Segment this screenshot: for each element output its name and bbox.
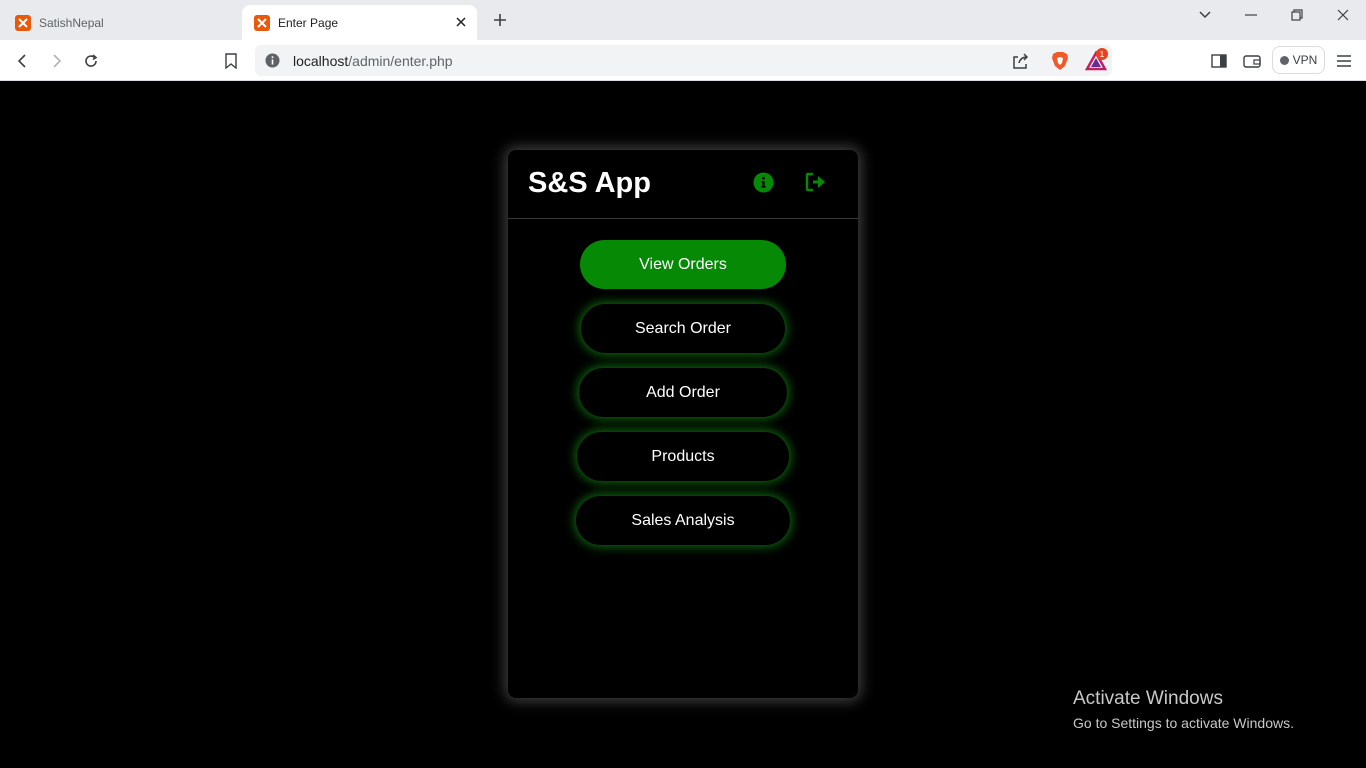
site-info-icon[interactable] [265, 53, 280, 68]
vpn-button[interactable]: VPN [1272, 46, 1325, 74]
bookmark-icon[interactable] [218, 48, 244, 74]
tab-satishnepal[interactable]: SatishNepal [3, 5, 239, 40]
vpn-label: VPN [1292, 53, 1318, 67]
share-icon[interactable] [1010, 51, 1030, 71]
products-button[interactable]: Products [577, 432, 789, 481]
tab-search-chevron-icon[interactable] [1182, 0, 1228, 30]
view-orders-button[interactable]: View Orders [580, 240, 786, 289]
url-path: /admin/enter.php [348, 53, 453, 69]
url-text[interactable]: localhost/admin/enter.php [293, 53, 453, 69]
menu-icon[interactable] [1331, 48, 1357, 74]
close-icon[interactable] [453, 14, 469, 30]
sidebar-toggle-icon[interactable] [1206, 48, 1232, 74]
page-content: S&S App View Orders Search Order Add Ord… [0, 81, 1366, 768]
app-card: S&S App View Orders Search Order Add Ord… [508, 150, 858, 698]
search-order-button[interactable]: Search Order [581, 304, 785, 353]
windows-activation-watermark: Activate Windows Go to Settings to activ… [1073, 688, 1294, 731]
xampp-favicon-icon [254, 14, 270, 31]
logout-icon[interactable] [804, 170, 828, 194]
watermark-title: Activate Windows [1073, 688, 1223, 709]
add-order-button[interactable]: Add Order [579, 368, 787, 417]
watermark-subtitle: Go to Settings to activate Windows. [1073, 715, 1294, 731]
minimize-button[interactable] [1228, 0, 1274, 30]
app-title: S&S App [528, 167, 651, 199]
tab-title: SatishNepal [39, 15, 104, 30]
wallet-icon[interactable] [1239, 48, 1265, 74]
sales-analysis-button[interactable]: Sales Analysis [576, 496, 790, 545]
tab-strip: SatishNepal Enter Page [0, 0, 1366, 40]
tab-title: Enter Page [278, 15, 339, 30]
restore-button[interactable] [1274, 0, 1320, 30]
app-header: S&S App [508, 150, 858, 219]
browser-toolbar: localhost/admin/enter.php 1 VPN [0, 40, 1366, 81]
tab-enter-page[interactable]: Enter Page [242, 5, 477, 40]
new-tab-button[interactable] [488, 8, 512, 32]
vpn-status-icon [1279, 55, 1289, 65]
reload-button[interactable] [78, 48, 104, 74]
brave-shields-icon[interactable] [1049, 50, 1071, 72]
forward-button[interactable] [43, 48, 69, 74]
rewards-badge: 1 [1096, 48, 1108, 60]
close-window-button[interactable] [1320, 0, 1366, 30]
info-icon[interactable] [751, 170, 775, 194]
back-button[interactable] [10, 48, 36, 74]
xampp-favicon-icon [15, 14, 31, 31]
url-host: localhost [293, 53, 349, 69]
address-bar[interactable]: localhost/admin/enter.php 1 [255, 45, 1112, 76]
